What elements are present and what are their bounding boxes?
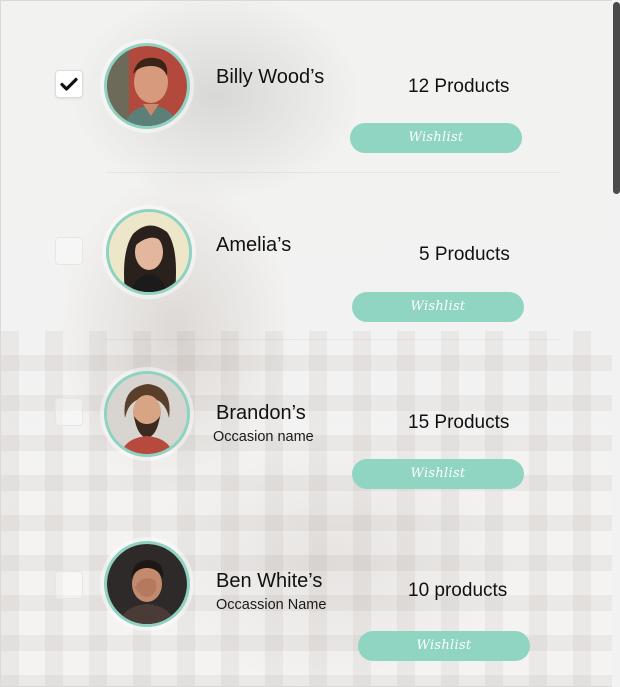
divider [106, 339, 561, 340]
scrollbar[interactable] [612, 0, 620, 687]
select-checkbox[interactable] [55, 398, 83, 426]
avatar [106, 209, 192, 295]
occasion-name: Occassion Name [216, 597, 327, 613]
divider [106, 172, 561, 173]
avatar [104, 541, 190, 627]
wishlist-button[interactable]: Wishlist [358, 631, 530, 661]
product-count: 15 Products [408, 412, 510, 433]
select-checkbox[interactable] [55, 571, 83, 599]
avatar [104, 371, 190, 457]
occasion-name: Occasion name [213, 429, 314, 445]
wishlist-button[interactable]: Wishlist [350, 123, 522, 153]
select-checkbox[interactable] [55, 237, 83, 265]
wishlist-panel: Billy Wood’s 12 Products Wishlist Amelia… [0, 0, 620, 687]
person-name: Brandon’s [216, 402, 306, 424]
background-photo [1, 331, 619, 686]
person-name: Ben White’s [216, 570, 323, 592]
product-count: 5 Products [419, 244, 510, 265]
product-count: 10 products [408, 580, 508, 601]
list-item[interactable]: Ben White’s Occassion Name 10 products W… [1, 1, 601, 661]
wishlist-button[interactable]: Wishlist [352, 459, 524, 489]
scrollbar-thumb[interactable] [613, 2, 620, 194]
wishlist-button[interactable]: Wishlist [352, 292, 524, 322]
person-name: Amelia’s [216, 234, 292, 256]
